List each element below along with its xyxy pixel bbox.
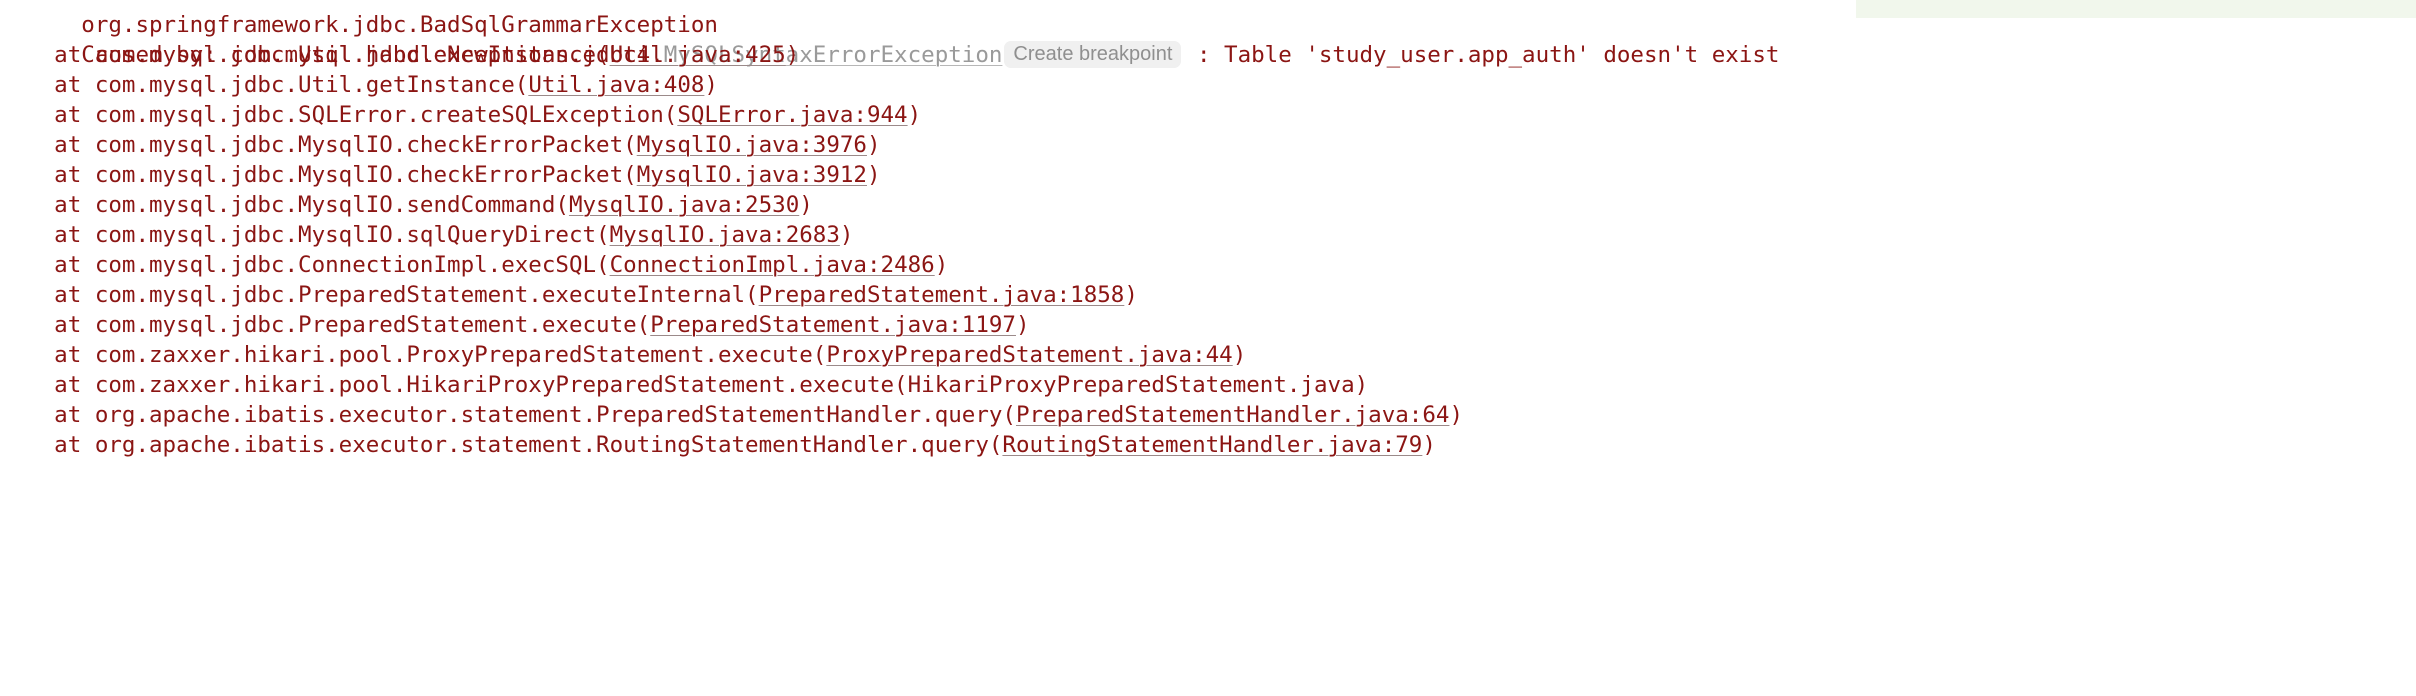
source-location-link[interactable]: SQLError.java:944 [677,102,907,128]
source-location-link[interactable]: PreparedStatement.java:1858 [759,282,1125,308]
stack-frames: at com.mysql.jdbc.Util.handleNewInstance… [0,40,2416,460]
source-location-link[interactable]: MysqlIO.java:3976 [637,132,867,158]
stack-frame-line: at com.mysql.jdbc.Util.getInstance(Util.… [0,70,2416,100]
stack-frame-line: at com.zaxxer.hikari.pool.ProxyPreparedS… [0,340,2416,370]
stack-frame-suffix: ) [1449,402,1463,428]
stacktrace-console[interactable]: org.springframework.jdbc.BadSqlGrammarEx… [0,0,2416,696]
stack-frame-indent: at [0,102,95,128]
stack-frame-indent: at [0,252,95,278]
stack-frame-method: com.mysql.jdbc.Util.handleNewInstance( [94,42,610,68]
stack-frame-line: at com.mysql.jdbc.PreparedStatement.exec… [0,280,2416,310]
stack-frame-line: at com.mysql.jdbc.MysqlIO.sqlQueryDirect… [0,220,2416,250]
stack-frame-indent: at [0,312,95,338]
stack-frame-suffix: ) [934,252,949,278]
source-location-link[interactable]: RoutingStatementHandler.java:79 [1002,432,1422,458]
stack-frame-suffix: ) [907,102,922,128]
stack-frame-indent: at [0,42,95,68]
source-location-link[interactable]: PreparedStatementHandler.java:64 [1016,402,1449,428]
stack-frame-suffix: ) [866,132,881,158]
clipped-line-text: org.springframework.jdbc.BadSqlGrammarEx… [81,12,718,38]
stack-frame-method: com.zaxxer.hikari.pool.ProxyPreparedStat… [94,342,827,368]
stack-frame-method: com.mysql.jdbc.PreparedStatement.execute… [94,282,759,308]
stack-frame-line: at org.apache.ibatis.executor.statement.… [0,430,2416,460]
stack-frame-line: at com.mysql.jdbc.ConnectionImpl.execSQL… [0,250,2416,280]
stack-frame-method: com.mysql.jdbc.MysqlIO.sendCommand( [94,192,569,218]
stack-frame-suffix: ) [785,42,800,68]
source-location-link[interactable]: MysqlIO.java:2683 [610,222,840,248]
stack-frame-method: com.mysql.jdbc.MysqlIO.sqlQueryDirect( [94,222,610,248]
stack-frame-method: com.mysql.jdbc.MysqlIO.checkErrorPacket( [94,132,637,158]
console-lines: org.springframework.jdbc.BadSqlGrammarEx… [0,0,2416,460]
stack-frame-suffix: ) [704,72,718,98]
exception-message: Table 'study_user.app_auth' doesn't exis… [1224,42,1780,68]
stack-frame-indent: at [0,222,95,248]
create-breakpoint-chip[interactable]: Create breakpoint [1004,41,1182,68]
stack-frame-suffix: ) [1124,282,1138,308]
stack-frame-line: at com.mysql.jdbc.MysqlIO.checkErrorPack… [0,130,2416,160]
stack-frame-suffix: ) [799,192,813,218]
stack-frame-line: at com.mysql.jdbc.PreparedStatement.exec… [0,310,2416,340]
stack-frame-method: org.apache.ibatis.executor.statement.Pre… [94,402,1016,428]
stack-frame-indent: at [0,192,95,218]
stack-frame-line: at com.mysql.jdbc.MysqlIO.sendCommand(My… [0,190,2416,220]
stack-frame-suffix: ) [839,222,854,248]
stack-frame-method: com.mysql.jdbc.SQLError.createSQLExcepti… [94,102,678,128]
stack-frame-method: com.zaxxer.hikari.pool.HikariProxyPrepar… [94,372,1369,398]
source-location-link[interactable]: PreparedStatement.java:1197 [650,312,1016,338]
source-location-link[interactable]: Util.java:425 [610,42,786,68]
source-location-link[interactable]: MysqlIO.java:2530 [569,192,799,218]
stack-frame-suffix: ) [1232,342,1247,368]
source-location-link[interactable]: ProxyPreparedStatement.java:44 [826,342,1232,368]
message-separator: : [1183,42,1225,68]
source-location-link[interactable]: ConnectionImpl.java:2486 [610,252,935,278]
stack-frame-indent: at [0,402,95,428]
stack-frame-suffix: ) [866,162,881,188]
stack-frame-indent: at [0,372,95,398]
stack-frame-indent: at [0,342,95,368]
stack-frame-suffix: ) [1422,432,1436,458]
clipped-line: org.springframework.jdbc.BadSqlGrammarEx… [0,0,2416,38]
stack-frame-method: com.mysql.jdbc.PreparedStatement.execute… [94,312,651,338]
stack-frame-line: at com.mysql.jdbc.SQLError.createSQLExce… [0,100,2416,130]
stack-frame-method: com.mysql.jdbc.Util.getInstance( [94,72,529,98]
stack-frame-indent: at [0,72,95,98]
source-location-link[interactable]: MysqlIO.java:3912 [637,162,867,188]
stack-frame-line: at org.apache.ibatis.executor.statement.… [0,400,2416,430]
stack-frame-indent: at [0,282,95,308]
stack-frame-method: org.apache.ibatis.executor.statement.Rou… [94,432,1003,458]
stack-frame-line: at com.zaxxer.hikari.pool.HikariProxyPre… [0,370,2416,400]
stack-frame-indent: at [0,432,95,458]
stack-frame-line: at com.mysql.jdbc.MysqlIO.checkErrorPack… [0,160,2416,190]
stack-frame-method: com.mysql.jdbc.ConnectionImpl.execSQL( [94,252,610,278]
stack-frame-suffix: ) [1015,312,1030,338]
stack-frame-method: com.mysql.jdbc.MysqlIO.checkErrorPacket( [94,162,637,188]
source-location-link[interactable]: Util.java:408 [528,72,704,98]
stack-frame-indent: at [0,132,95,158]
stack-frame-indent: at [0,162,95,188]
